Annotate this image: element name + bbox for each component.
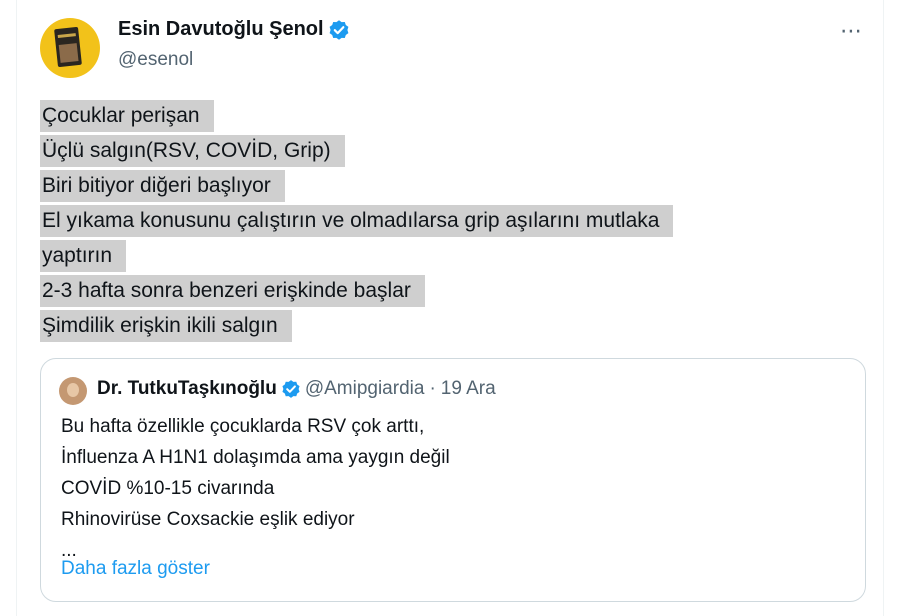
more-options-icon[interactable]: ⋯	[840, 20, 863, 42]
author-handle[interactable]: @esenol	[118, 49, 193, 71]
quote-text: Bu hafta özellikle çocuklarda RSV çok ar…	[61, 411, 450, 566]
author-name[interactable]: Esin Davutoğlu Şenol	[118, 18, 324, 41]
quote-line: Rhinovirüse Coxsackie eşlik ediyor	[61, 509, 355, 530]
verified-badge-icon	[329, 19, 348, 40]
quote-author-name[interactable]: Dr. TutkuTaşkınoğlu	[97, 378, 277, 400]
book-cover-image	[54, 26, 82, 68]
tweet-line: Çocuklar perişan	[40, 98, 673, 133]
tweet-line: yaptırın	[40, 238, 673, 273]
quote-header: Dr. TutkuTaşkınoğlu @Amipgiardia · 19 Ar…	[97, 378, 496, 400]
quote-author-handle[interactable]: @Amipgiardia	[305, 378, 425, 400]
tweet-line: Şimdilik erişkin ikili salgın	[40, 308, 673, 343]
tweet-line: Üçlü salgın(RSV, COVİD, Grip)	[40, 133, 673, 168]
quote-line: Bu hafta özellikle çocuklarda RSV çok ar…	[61, 416, 425, 437]
tweet-line: El yıkama konusunu çalıştırın ve olmadıl…	[40, 203, 674, 238]
meta-separator: ·	[429, 378, 436, 399]
quote-line: COVİD %10-15 civarında	[61, 478, 275, 499]
tweet-text: Çocuklar perişan Üçlü salgın(RSV, COVİD,…	[40, 98, 674, 343]
tweet-line: Biri bitiyor diğeri başlıyor	[40, 168, 673, 203]
quoted-tweet[interactable]: Dr. TutkuTaşkınoğlu @Amipgiardia · 19 Ar…	[40, 358, 866, 602]
author-avatar[interactable]	[40, 18, 100, 78]
show-more-link[interactable]: Daha fazla göster	[61, 558, 210, 580]
author-name-row[interactable]: Esin Davutoğlu Şenol	[118, 18, 350, 41]
tweet-line: 2-3 hafta sonra benzeri erişkinde başlar	[40, 273, 673, 308]
verified-badge-icon	[282, 380, 300, 398]
quote-author-avatar[interactable]	[59, 377, 87, 405]
quote-line: İnfluenza A H1N1 dolaşımda ama yaygın de…	[61, 447, 450, 468]
quote-date[interactable]: 19 Ara	[441, 378, 496, 400]
